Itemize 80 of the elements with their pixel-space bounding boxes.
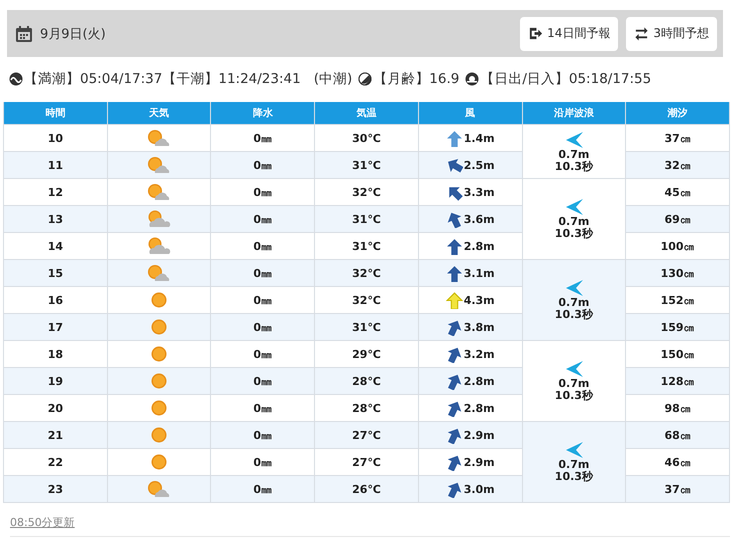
time-cell: 11 [4, 152, 108, 178]
precipitation-cell: 0㎜ [210, 260, 315, 286]
tide-info-text: 【月齢】16.9 [373, 70, 460, 88]
precipitation-cell: 0㎜ [210, 206, 315, 232]
wave-direction-icon [564, 279, 584, 298]
cloud-sun-icon [146, 237, 172, 255]
sunrise-icon [465, 72, 480, 86]
tide-info-text: 【満潮】05:04/17:37【干潮】11:24/23:41 [24, 70, 301, 88]
wave-period: 10.3秒 [554, 309, 593, 321]
column-header: 時間 [4, 102, 108, 124]
wave-direction-icon [564, 360, 584, 378]
wave-direction-icon [564, 130, 584, 149]
precipitation-cell: 0㎜ [210, 314, 315, 340]
forecast-button[interactable]: 14日間予報 [520, 16, 618, 50]
wave-icon [9, 72, 23, 86]
wind-speed: 2.8m [464, 402, 495, 414]
tide-info-text: (中潮) [314, 70, 352, 88]
time-cell: 21 [4, 422, 108, 448]
temperature-cell: 28℃ [314, 368, 418, 394]
updated-link[interactable]: 08:50分更新 [10, 516, 75, 529]
cloud-sun-icon [146, 210, 172, 228]
time-cell: 23 [4, 476, 108, 502]
wind-speed: 2.9m [464, 428, 495, 442]
tide-level-cell: 69㎝ [626, 206, 730, 232]
wave-period: 10.3秒 [554, 160, 593, 172]
wave-height: 0.7m [558, 297, 590, 309]
wind-speed: 3.6m [464, 212, 495, 226]
wave-height: 0.7m [558, 216, 590, 228]
temperature-cell: 32℃ [314, 260, 418, 286]
tide-level-cell: 159㎝ [626, 314, 730, 340]
wind-speed: 3.0m [464, 482, 495, 496]
wave-height: 0.7m [558, 378, 590, 390]
wave-period: 10.3秒 [554, 471, 593, 483]
column-header: 気温 [314, 102, 418, 124]
precipitation-cell: 0㎜ [210, 152, 315, 178]
moon-icon [358, 72, 372, 86]
tide-level-cell: 130㎝ [626, 260, 730, 286]
wind-speed: 4.3m [464, 294, 495, 306]
time-cell: 19 [4, 368, 108, 394]
wind-speed: 2.8m [464, 374, 495, 388]
exit-icon [528, 26, 544, 41]
wind-speed: 3.8m [464, 320, 495, 334]
wind-speed: 2.5m [464, 158, 495, 172]
wind-speed: 3.2m [464, 348, 495, 360]
calendar-icon [15, 24, 33, 42]
swap-arrows-icon [634, 26, 650, 41]
precipitation-cell: 0㎜ [210, 422, 315, 448]
wind-speed: 3.1m [464, 266, 495, 280]
tide-level-cell: 68㎝ [626, 422, 730, 448]
column-header: 風 [418, 102, 522, 124]
wind-speed: 2.8m [464, 240, 495, 252]
date-title: 9月9日(火) [40, 26, 106, 42]
temperature-cell: 31℃ [314, 314, 418, 340]
forecast-button[interactable]: 3時間予想 [626, 16, 717, 50]
temperature-cell: 31℃ [314, 152, 418, 178]
time-cell: 13 [4, 206, 108, 232]
temperature-cell: 31℃ [314, 206, 418, 232]
tide-level-cell: 37㎝ [626, 476, 730, 502]
column-header: 天気 [107, 102, 211, 124]
wind-speed: 3.3m [464, 186, 495, 198]
wave-direction-icon [564, 198, 584, 216]
tide-info-text: 【日出/日入】05:18/17:55 [480, 70, 652, 88]
tide-level-cell: 32㎝ [626, 152, 730, 178]
tide-level-cell: 128㎝ [626, 368, 730, 394]
wave-period: 10.3秒 [554, 390, 593, 402]
column-header: 降水 [210, 102, 315, 124]
column-header: 沿岸波浪 [522, 102, 626, 124]
wave-direction-icon [564, 441, 584, 460]
wave-height: 0.7m [558, 148, 590, 160]
time-cell: 15 [4, 260, 108, 286]
temperature-cell: 27℃ [314, 422, 418, 448]
precipitation-cell: 0㎜ [210, 368, 315, 394]
wind-speed: 2.9m [464, 456, 495, 468]
precipitation-cell: 0㎜ [210, 476, 315, 502]
time-cell: 17 [4, 314, 108, 340]
temperature-cell: 26℃ [314, 476, 418, 502]
wave-period: 10.3秒 [554, 228, 593, 240]
wind-speed: 1.4m [464, 132, 495, 144]
column-header: 潮汐 [626, 102, 730, 124]
wave-height: 0.7m [558, 459, 590, 471]
